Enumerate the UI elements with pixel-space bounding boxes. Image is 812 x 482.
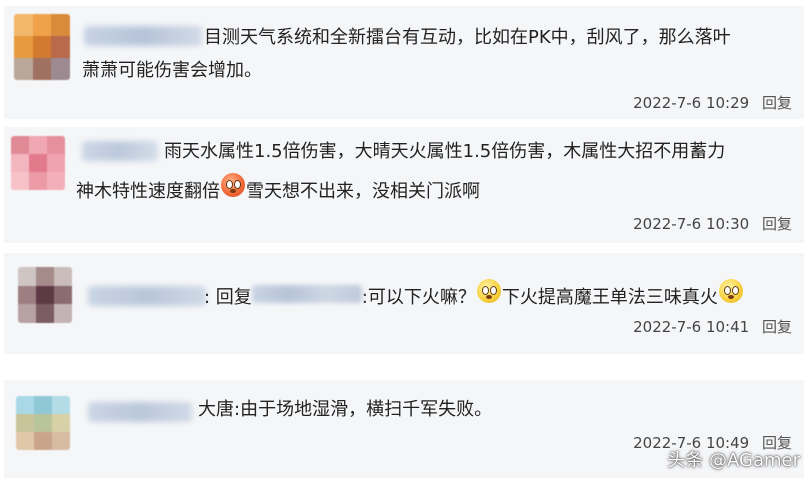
comment-text: 雨天水属性1.5倍伤害，大晴天火属性1.5倍伤害，木属性大招不用蓄力 xyxy=(164,141,726,162)
surprised-face-emoji xyxy=(718,279,743,303)
comment-text: 目测天气系统和全新擂台有互动，比如在PK中，刮风了，那么落叶 xyxy=(204,27,731,48)
surprised-face-emoji xyxy=(476,279,501,303)
comment-text: : 回复:可以下火嘛？ 下火提高魔王单法三味真火 xyxy=(204,279,744,313)
comment-text: 大唐:由于场地湿滑，横扫千军失败。 xyxy=(198,399,493,420)
username[interactable] xyxy=(88,402,192,422)
watermark: 头条 @AGamer xyxy=(667,450,800,471)
avatar[interactable] xyxy=(16,396,70,450)
reply-button[interactable]: 回复 xyxy=(762,94,792,112)
comment-card: 目测天气系统和全新擂台有互动，比如在PK中，刮风了，那么落叶 萧萧可能伤害会增加… xyxy=(4,6,804,119)
reply-button[interactable]: 回复 xyxy=(762,318,792,336)
timestamp: 2022-7-6 10:30 xyxy=(633,215,750,233)
reply-to-username[interactable] xyxy=(251,285,362,303)
avatar[interactable] xyxy=(11,136,65,190)
angry-face-emoji xyxy=(221,173,245,197)
reply-button[interactable]: 回复 xyxy=(762,215,792,233)
comment-meta: 2022-7-6 10:29 回复 xyxy=(633,92,792,113)
avatar[interactable] xyxy=(14,14,70,80)
comment-card: : 回复:可以下火嘛？ 下火提高魔王单法三味真火 2022-7-6 10:41 回… xyxy=(4,253,804,354)
comment-text-continued: 神木特性速度翻倍 雪天想不出来，没相关门派啊 xyxy=(76,173,480,207)
reply-to-label: : 回复 xyxy=(204,287,252,308)
avatar[interactable] xyxy=(18,267,72,323)
username[interactable] xyxy=(82,141,158,161)
comment-meta: 2022-7-6 10:30 回复 xyxy=(633,213,792,234)
comment-card: 雨天水属性1.5倍伤害，大晴天火属性1.5倍伤害，木属性大招不用蓄力 神木特性速… xyxy=(4,127,804,243)
comment-text-continued: 萧萧可能伤害会增加。 xyxy=(82,60,262,81)
username[interactable] xyxy=(88,286,206,306)
timestamp: 2022-7-6 10:41 xyxy=(633,318,750,336)
comment-meta: 2022-7-6 10:41 回复 xyxy=(633,316,792,337)
username[interactable] xyxy=(84,26,202,46)
timestamp: 2022-7-6 10:29 xyxy=(633,94,750,112)
